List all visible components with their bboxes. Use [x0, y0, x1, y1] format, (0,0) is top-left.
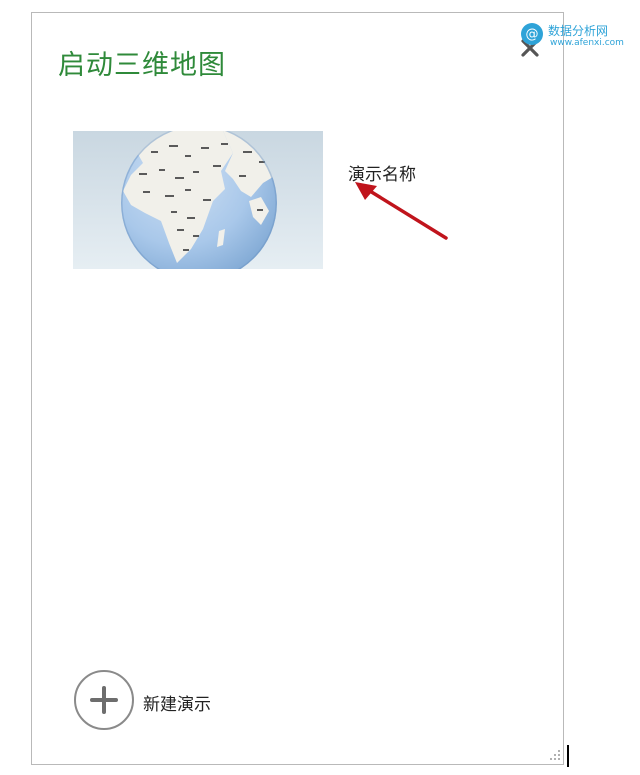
- new-tour-label: 新建演示: [143, 695, 211, 715]
- new-tour-button[interactable]: 新建演示: [73, 669, 243, 733]
- resize-grip-icon[interactable]: [546, 746, 562, 762]
- globe-thumbnail: [73, 131, 323, 269]
- watermark-url: www.afenxi.com: [550, 38, 624, 48]
- plus-circle-icon: [74, 670, 134, 730]
- watermark-name: 数据分析网: [548, 24, 609, 38]
- watermark: @ 数据分析网 www.afenxi.com: [520, 18, 638, 52]
- annotation-arrow-icon: [355, 182, 448, 240]
- screenshot-canvas: 启动三维地图 演示名称 新建演示 @ 数据分析网 www.afenxi.com: [0, 0, 640, 775]
- launch-3d-maps-dialog: 启动三维地图 演示名称 新建演示: [31, 12, 564, 765]
- text-cursor: [567, 745, 569, 767]
- svg-text:@: @: [526, 27, 539, 42]
- dialog-title: 启动三维地图: [58, 50, 226, 81]
- watermark-logo-icon: @: [521, 23, 543, 45]
